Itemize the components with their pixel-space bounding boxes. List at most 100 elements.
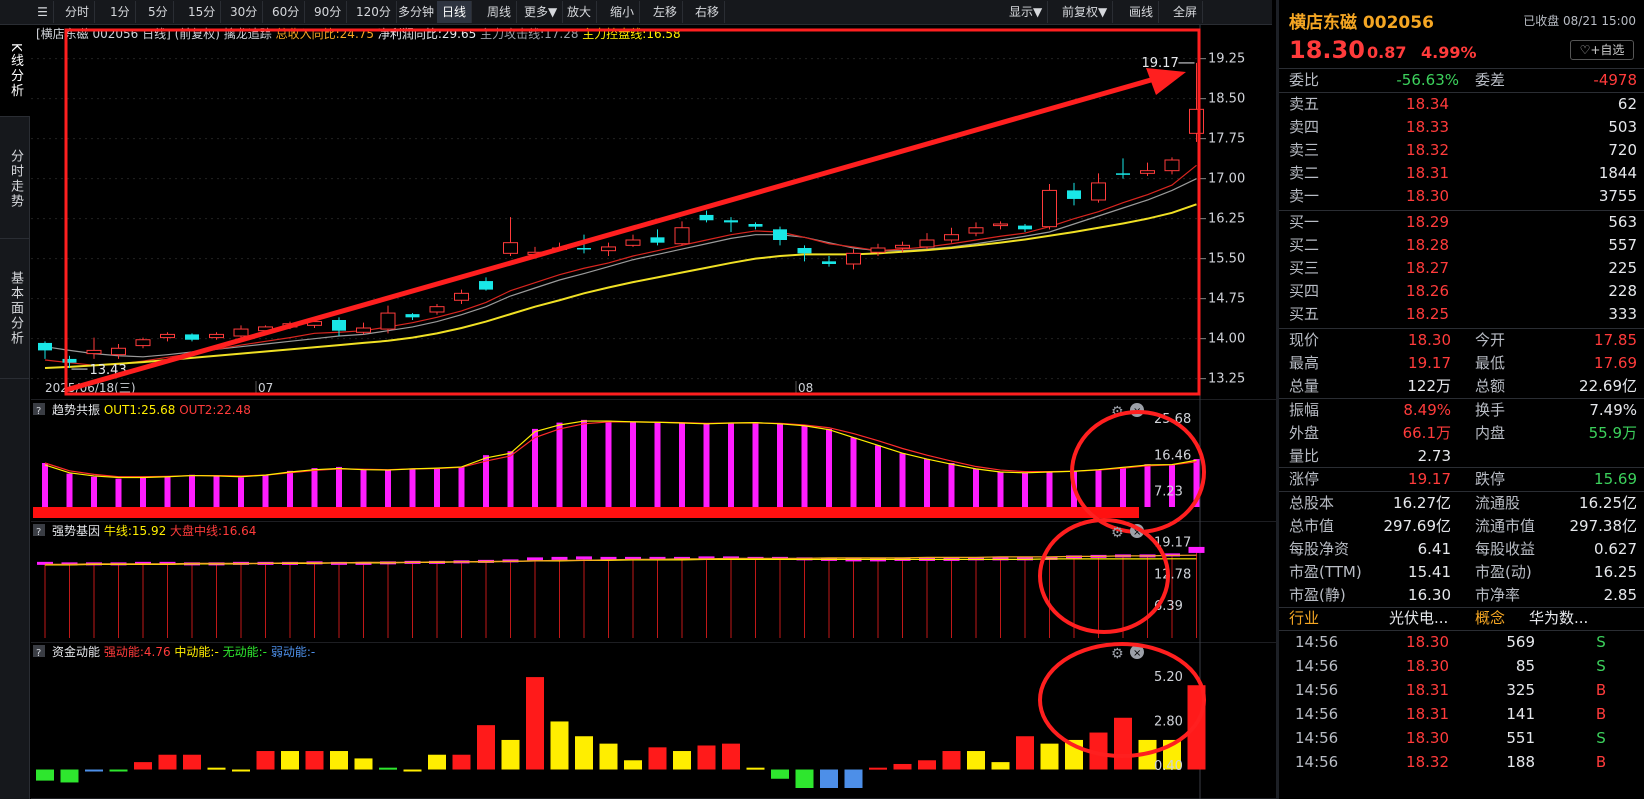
- fund-bar: [232, 769, 250, 772]
- bid-volume: 225: [1608, 259, 1637, 277]
- gene-bar: [527, 557, 543, 561]
- stat-value: 22.69亿: [1579, 377, 1637, 395]
- tick-volume: 85: [1515, 657, 1535, 675]
- ask-level-label: 卖一: [1289, 187, 1320, 205]
- stat-label: 市净率: [1475, 586, 1521, 604]
- stat-value: 19.17: [1408, 354, 1451, 372]
- industry-label: 行业: [1289, 609, 1320, 627]
- stat-value: 2.85: [1603, 586, 1637, 604]
- ask-level-label: 卖四: [1289, 118, 1320, 136]
- fund-bar: [281, 751, 299, 770]
- fund-bar: [134, 762, 152, 770]
- trend-bar: [826, 428, 832, 507]
- trend-bar: [409, 468, 416, 507]
- fund-bar: [60, 769, 79, 783]
- stat-label: 振幅: [1289, 401, 1320, 419]
- stat-label: 流通股: [1475, 494, 1521, 512]
- y-tick-label: 2.80: [1154, 714, 1183, 729]
- trend-bar: [1120, 466, 1126, 507]
- tick-side: B: [1595, 705, 1607, 723]
- stat-label: 跌停: [1475, 470, 1506, 488]
- trend-bar: [213, 475, 220, 507]
- trend-base-bar: [33, 507, 1139, 518]
- tick-side: B: [1595, 753, 1607, 771]
- candle-body: [895, 244, 910, 249]
- ask-price: 18.30: [1406, 187, 1449, 205]
- fund-bar: [1040, 743, 1059, 770]
- fund-bar: [722, 743, 740, 770]
- stat-value: 55.9万: [1588, 424, 1637, 442]
- stat-value: 18.30: [1408, 331, 1451, 349]
- panel-help-icon[interactable]: ?: [36, 406, 41, 417]
- stat-label: 量比: [1289, 447, 1320, 465]
- trend-bar: [728, 422, 734, 507]
- trend-bar: [973, 468, 979, 507]
- trend-bar: [850, 437, 857, 507]
- candle-body: [919, 239, 935, 248]
- trend-bar: [777, 423, 783, 507]
- candle-body: [405, 314, 420, 318]
- bid-price: 18.26: [1406, 282, 1449, 300]
- fund-bar: [648, 747, 667, 770]
- gene-bar: [576, 556, 592, 560]
- bid-volume: 228: [1608, 282, 1637, 300]
- ask-price: 18.32: [1406, 141, 1449, 159]
- candle-body: [846, 252, 861, 265]
- bid-volume: 563: [1608, 213, 1637, 231]
- fund-bar: [379, 767, 397, 770]
- y-tick-label: 14.00: [1208, 332, 1245, 347]
- trend-bar: [140, 477, 146, 507]
- y-tick-label: 7.23: [1154, 484, 1183, 499]
- trend-bar: [997, 472, 1004, 507]
- fund-bar: [354, 758, 373, 770]
- panel-help-icon[interactable]: ?: [36, 527, 41, 538]
- bid-price: 18.27: [1406, 259, 1449, 277]
- tick-side: S: [1596, 657, 1606, 675]
- trend-bar: [115, 478, 122, 507]
- candle-body: [1091, 182, 1106, 201]
- tick-time: 14:56: [1295, 729, 1339, 747]
- trend-bar: [605, 420, 612, 507]
- stat-value: 17.69: [1594, 354, 1637, 372]
- fund-bar: [918, 760, 936, 770]
- industry-value: 光伏电...: [1389, 609, 1449, 627]
- fund-bar: [550, 721, 569, 770]
- candle-body: [625, 239, 641, 246]
- fund-bar: [526, 677, 544, 770]
- main-panel: [31, 25, 1276, 400]
- panel-title: 趋势共振 OUT1:25.68 OUT2:22.48: [52, 403, 251, 417]
- fund-bar: [942, 751, 961, 770]
- tick-volume: 551: [1506, 729, 1535, 747]
- stat-value: 2.73: [1417, 447, 1451, 465]
- candle-body: [1067, 190, 1081, 199]
- y-tick-label: 18.50: [1208, 92, 1245, 107]
- y-tick-label: 17.75: [1208, 132, 1245, 147]
- candle-body: [356, 327, 371, 333]
- y-tick-label: 5.20: [1154, 670, 1183, 685]
- trend-bar: [507, 451, 514, 507]
- candle-body: [233, 328, 249, 337]
- stat-value: 6.41: [1417, 540, 1451, 558]
- tick-time: 14:56: [1295, 681, 1339, 699]
- settings-gear-icon[interactable]: ⚙: [1111, 646, 1124, 662]
- fund-bar: [869, 767, 887, 770]
- candle-body: [111, 347, 126, 356]
- kline-chart-area: 19.25 18.50 17.75 17.00 16.25 15.50 14.75 14.00…: [31, 25, 1276, 799]
- tick-volume: 569: [1506, 633, 1535, 651]
- concept-value: 华为数...: [1529, 609, 1589, 627]
- stat-value: 16.25: [1594, 563, 1637, 581]
- settings-gear-icon[interactable]: ⚙: [1111, 525, 1124, 541]
- panel-help-icon[interactable]: ?: [36, 648, 41, 659]
- candle-body: [135, 339, 151, 347]
- candle-body: [968, 227, 984, 234]
- trend-bar: [1022, 472, 1028, 507]
- trend-bar: [556, 422, 563, 507]
- webi-label: 委比: [1289, 71, 1320, 89]
- fund-bar: [624, 760, 642, 770]
- trend-bar: [458, 466, 465, 507]
- candle-body: [993, 223, 1008, 227]
- tick-price: 18.32: [1406, 753, 1449, 771]
- add-watchlist-button[interactable]: ♡+自选: [1570, 40, 1634, 60]
- ask-volume: 1844: [1598, 164, 1637, 182]
- stat-value: 17.85: [1594, 331, 1637, 349]
